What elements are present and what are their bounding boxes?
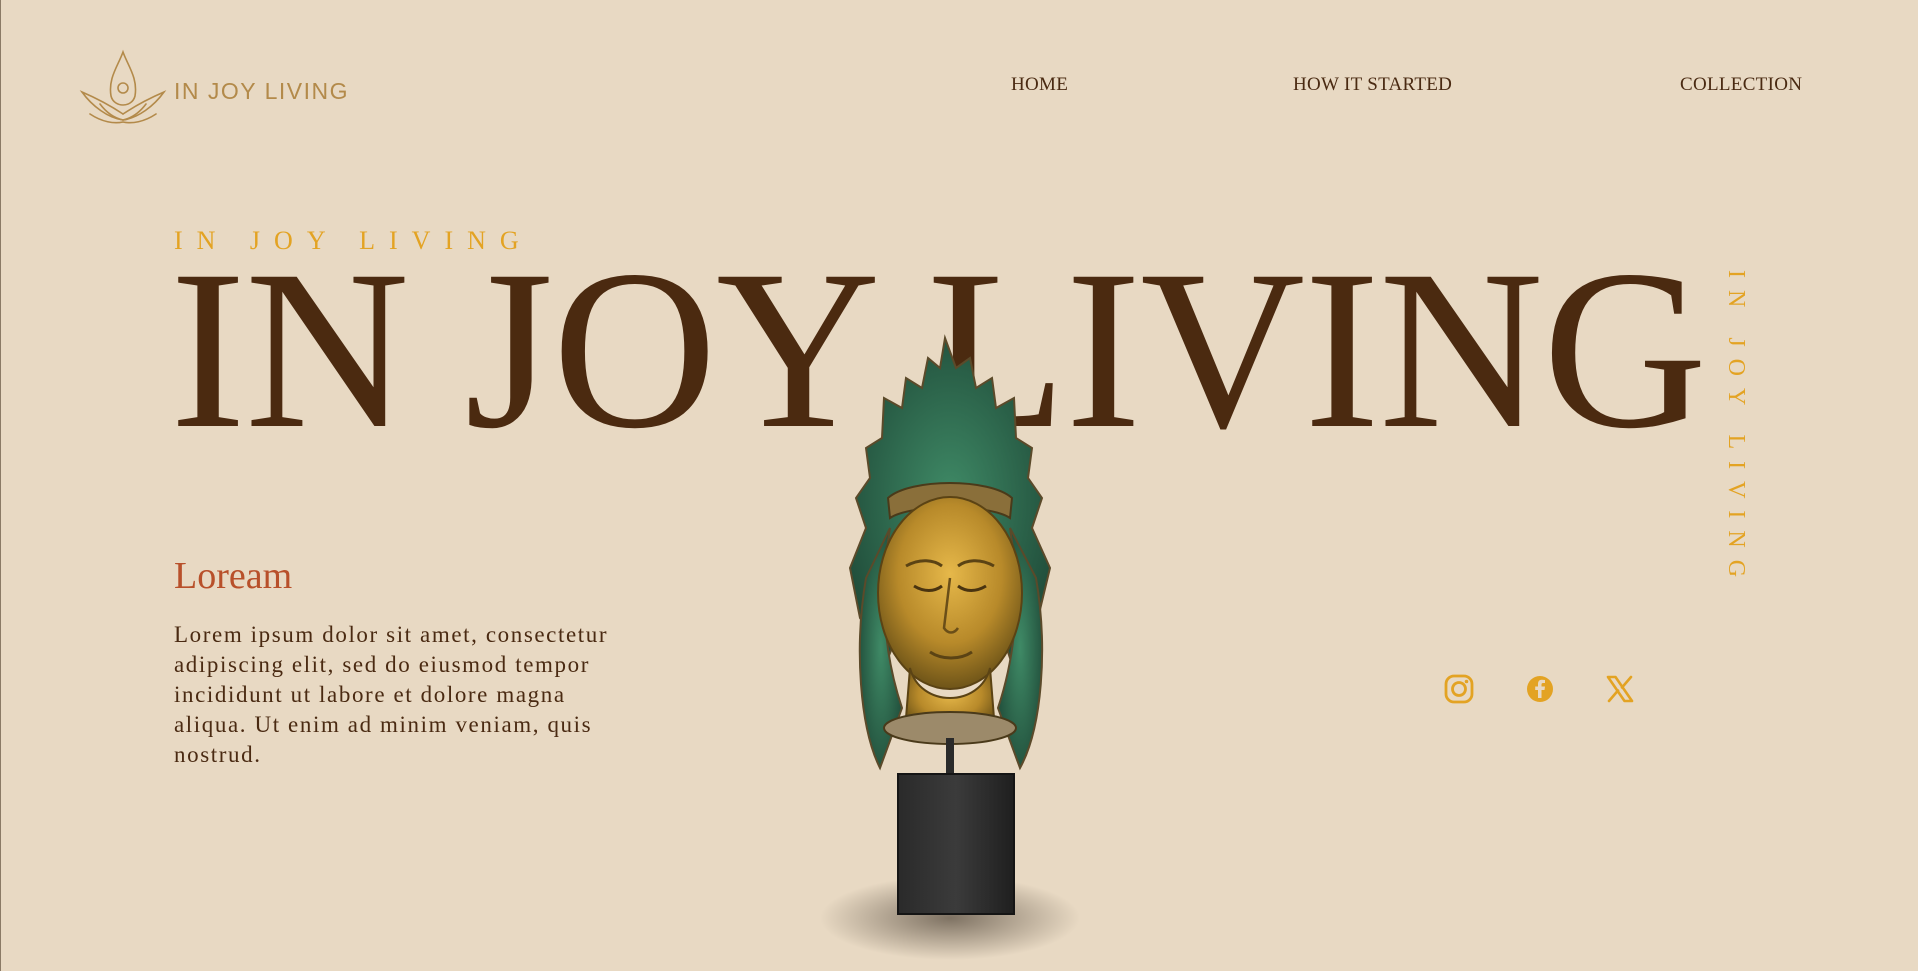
lotus-logo-icon (79, 49, 167, 124)
vertical-brand-text: IN JOY LIVING (1723, 270, 1749, 590)
buddha-statue-image (820, 334, 1080, 960)
page-edge (0, 0, 1, 971)
instagram-icon[interactable] (1441, 671, 1477, 707)
nav-collection[interactable]: COLLECTION (1680, 74, 1802, 96)
section-heading: Loream (174, 555, 293, 597)
section-body: Lorem ipsum dolor sit amet, consectetur … (174, 622, 609, 767)
facebook-icon[interactable] (1522, 671, 1558, 707)
logo[interactable]: IN JOY LIVING (78, 48, 349, 126)
x-icon[interactable] (1602, 671, 1638, 707)
nav-how-it-started[interactable]: HOW IT STARTED (1293, 74, 1452, 96)
logo-text: IN JOY LIVING (174, 77, 350, 104)
nav-home[interactable]: HOME (1011, 74, 1068, 96)
